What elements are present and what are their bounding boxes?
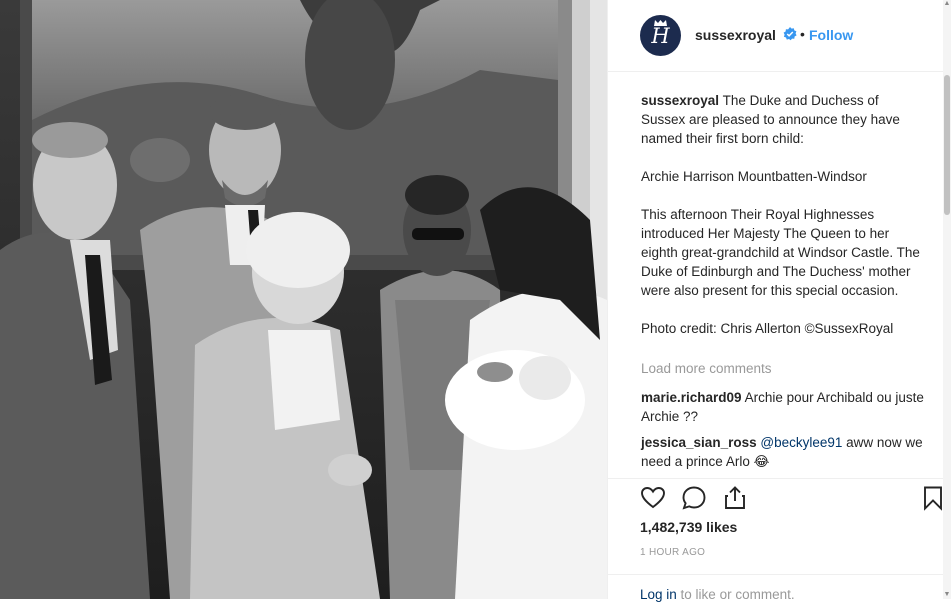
bookmark-icon[interactable] bbox=[920, 485, 946, 511]
comments-area[interactable]: sussexroyal The Duke and Duchess of Suss… bbox=[608, 72, 943, 478]
post-header: H sussexroyal • Follow bbox=[608, 0, 943, 72]
post-actions-bar bbox=[608, 478, 943, 518]
login-prompt-text: to like or comment. bbox=[676, 587, 795, 602]
speech-bubble-icon[interactable] bbox=[681, 485, 707, 511]
login-prompt: Log in to like or comment. bbox=[640, 587, 795, 602]
comment-username[interactable]: jessica_sian_ross bbox=[641, 435, 757, 450]
post-caption: sussexroyal The Duke and Duchess of Suss… bbox=[641, 91, 921, 338]
caption-username[interactable]: sussexroyal bbox=[641, 93, 719, 108]
post-side-panel: H sussexroyal • Follow sussexroyal The D… bbox=[607, 0, 951, 602]
heart-outline-icon[interactable] bbox=[640, 485, 666, 511]
profile-avatar[interactable]: H bbox=[640, 15, 681, 56]
header-username[interactable]: sussexroyal bbox=[695, 27, 776, 43]
load-more-comments-button[interactable]: Load more comments bbox=[641, 361, 772, 376]
caption-text: The Duke and Duchess of Sussex are pleas… bbox=[641, 93, 920, 336]
separator-dot: • bbox=[800, 26, 805, 42]
likes-count[interactable]: 1,482,739 likes bbox=[640, 519, 737, 535]
verified-badge-icon bbox=[783, 27, 797, 41]
photo-illustration bbox=[0, 0, 607, 599]
login-prompt-bar: Log in to like or comment. bbox=[608, 574, 943, 602]
scroll-down-arrow-icon[interactable]: ▼ bbox=[943, 591, 951, 599]
scroll-up-arrow-icon[interactable]: ▲ bbox=[943, 0, 951, 8]
post-photo[interactable] bbox=[0, 0, 607, 599]
post-timestamp[interactable]: 1 HOUR AGO bbox=[640, 547, 705, 558]
comment-item: marie.richard09 Archie pour Archibald ou… bbox=[641, 388, 926, 426]
login-link[interactable]: Log in bbox=[640, 587, 677, 602]
comment-item: jessica_sian_ross @beckylee91 aww now we… bbox=[641, 433, 926, 471]
scrollbar-thumb[interactable] bbox=[944, 75, 950, 215]
share-upload-icon[interactable] bbox=[722, 485, 748, 511]
crown-icon bbox=[654, 20, 667, 26]
follow-button[interactable]: Follow bbox=[809, 27, 853, 43]
avatar-letter: H bbox=[651, 23, 670, 48]
comment-username[interactable]: marie.richard09 bbox=[641, 390, 742, 405]
comment-mention[interactable]: @beckylee91 bbox=[760, 435, 842, 450]
